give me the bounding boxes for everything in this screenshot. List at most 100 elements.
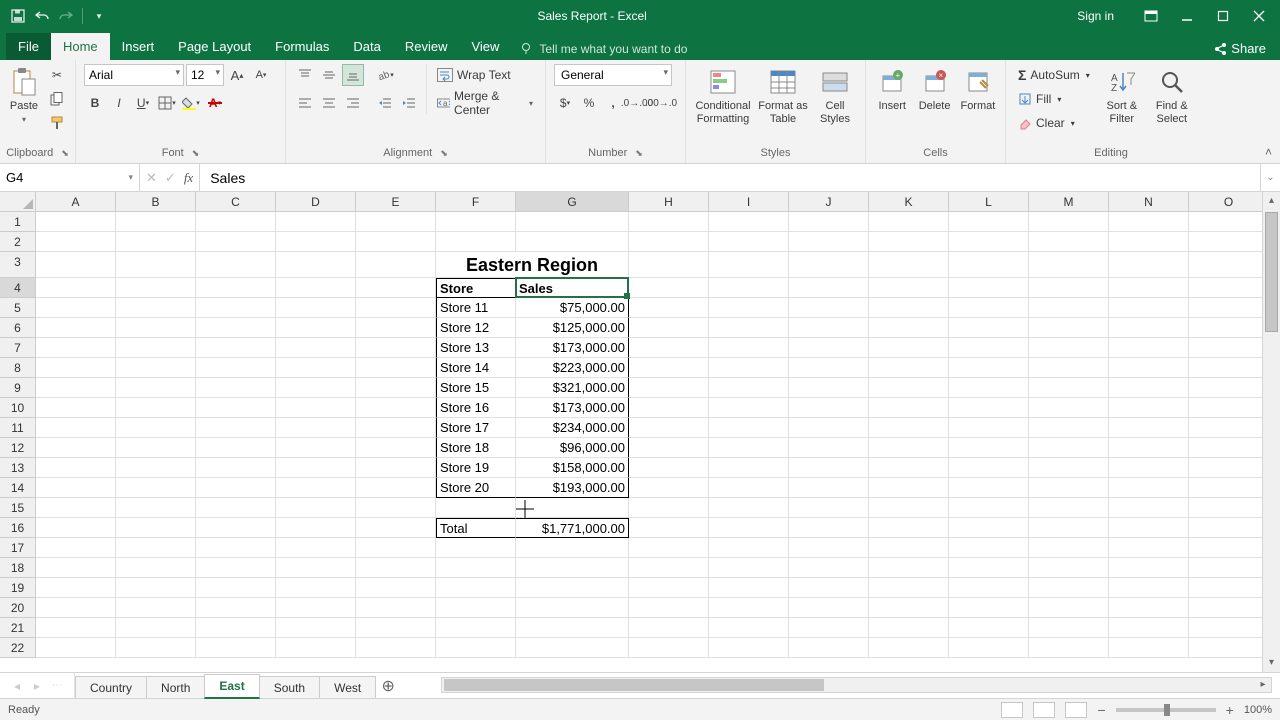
cell[interactable]: Store 16 [436, 398, 516, 418]
cell[interactable] [356, 478, 436, 498]
tab-formulas[interactable]: Formulas [263, 33, 341, 60]
scroll-thumb[interactable] [1265, 212, 1278, 332]
cell[interactable] [949, 598, 1029, 618]
cell[interactable] [196, 558, 276, 578]
cell[interactable] [276, 278, 356, 298]
cell[interactable] [1109, 438, 1189, 458]
cell[interactable] [949, 358, 1029, 378]
cell[interactable] [436, 598, 516, 618]
increase-indent-icon[interactable] [398, 92, 420, 114]
cell[interactable] [1029, 212, 1109, 232]
dialog-launcher-icon[interactable]: ⬊ [192, 148, 200, 159]
cell[interactable] [1109, 278, 1189, 298]
cell[interactable] [276, 578, 356, 598]
cell[interactable] [196, 338, 276, 358]
cell[interactable] [629, 598, 709, 618]
cell[interactable] [709, 378, 789, 398]
cell[interactable] [196, 358, 276, 378]
sheet-tab-country[interactable]: Country [75, 676, 147, 699]
cut-icon[interactable]: ✂ [46, 64, 68, 86]
column-header-H[interactable]: H [629, 192, 709, 211]
cell[interactable] [709, 518, 789, 538]
cell[interactable]: $158,000.00 [516, 458, 629, 478]
cell[interactable] [709, 358, 789, 378]
cell[interactable] [116, 498, 196, 518]
cell[interactable] [709, 298, 789, 318]
cell[interactable] [276, 538, 356, 558]
align-top-icon[interactable] [294, 64, 316, 86]
cell[interactable]: Total [436, 518, 516, 538]
cell[interactable] [869, 478, 949, 498]
cell[interactable] [1029, 458, 1109, 478]
cell[interactable] [196, 278, 276, 298]
column-header-E[interactable]: E [356, 192, 436, 211]
zoom-out-icon[interactable]: − [1097, 702, 1105, 718]
cell[interactable] [356, 498, 436, 518]
undo-icon[interactable] [34, 8, 50, 24]
cell[interactable] [1109, 232, 1189, 252]
align-right-icon[interactable] [342, 92, 364, 114]
cell[interactable] [1029, 358, 1109, 378]
border-button[interactable]: ▾ [156, 92, 178, 114]
conditional-formatting-button[interactable]: Conditional Formatting [694, 64, 752, 125]
cell[interactable] [116, 618, 196, 638]
cell[interactable] [709, 538, 789, 558]
sheet-tab-west[interactable]: West [319, 676, 376, 699]
zoom-slider[interactable] [1116, 708, 1216, 712]
row-header[interactable]: 3 [0, 252, 36, 278]
cell[interactable] [629, 278, 709, 298]
bold-button[interactable]: B [84, 92, 106, 114]
cell[interactable] [789, 598, 869, 618]
cell[interactable] [356, 298, 436, 318]
cell[interactable] [869, 278, 949, 298]
cell[interactable] [196, 618, 276, 638]
cell[interactable]: $173,000.00 [516, 398, 629, 418]
cell[interactable] [709, 418, 789, 438]
cell[interactable] [709, 318, 789, 338]
cell[interactable]: $125,000.00 [516, 318, 629, 338]
row-header[interactable]: 12 [0, 438, 36, 458]
cell[interactable] [276, 378, 356, 398]
cell[interactable] [1189, 252, 1269, 278]
cell[interactable] [36, 318, 116, 338]
cell[interactable] [629, 578, 709, 598]
new-sheet-button[interactable]: ⊕ [375, 673, 401, 698]
format-as-table-button[interactable]: Format as Table [758, 64, 808, 125]
cell[interactable] [356, 578, 436, 598]
sheet-tab-north[interactable]: North [146, 676, 205, 699]
cell[interactable] [629, 318, 709, 338]
cell[interactable] [869, 438, 949, 458]
cell[interactable] [1029, 558, 1109, 578]
cell[interactable] [516, 558, 629, 578]
cell[interactable] [196, 518, 276, 538]
font-name-input[interactable] [84, 64, 184, 86]
cell[interactable] [1189, 278, 1269, 298]
cell[interactable] [276, 498, 356, 518]
cell[interactable] [436, 232, 516, 252]
cell[interactable] [789, 518, 869, 538]
cell[interactable] [949, 538, 1029, 558]
cell[interactable] [629, 232, 709, 252]
align-bottom-icon[interactable] [342, 64, 364, 86]
align-middle-icon[interactable] [318, 64, 340, 86]
cell[interactable] [949, 478, 1029, 498]
cell[interactable] [516, 638, 629, 658]
cell[interactable] [869, 558, 949, 578]
cell[interactable] [356, 232, 436, 252]
column-header-M[interactable]: M [1029, 192, 1109, 211]
tab-view[interactable]: View [459, 33, 511, 60]
cell[interactable] [276, 418, 356, 438]
cell[interactable] [116, 578, 196, 598]
cell[interactable] [1029, 498, 1109, 518]
column-header-B[interactable]: B [116, 192, 196, 211]
cell[interactable] [116, 458, 196, 478]
cell[interactable] [789, 418, 869, 438]
cell[interactable] [629, 378, 709, 398]
copy-icon[interactable] [46, 88, 68, 110]
cell[interactable] [1029, 518, 1109, 538]
cell[interactable] [709, 438, 789, 458]
cell[interactable] [1109, 298, 1189, 318]
cell[interactable] [789, 638, 869, 658]
cell[interactable] [949, 558, 1029, 578]
normal-view-icon[interactable] [1001, 702, 1023, 718]
